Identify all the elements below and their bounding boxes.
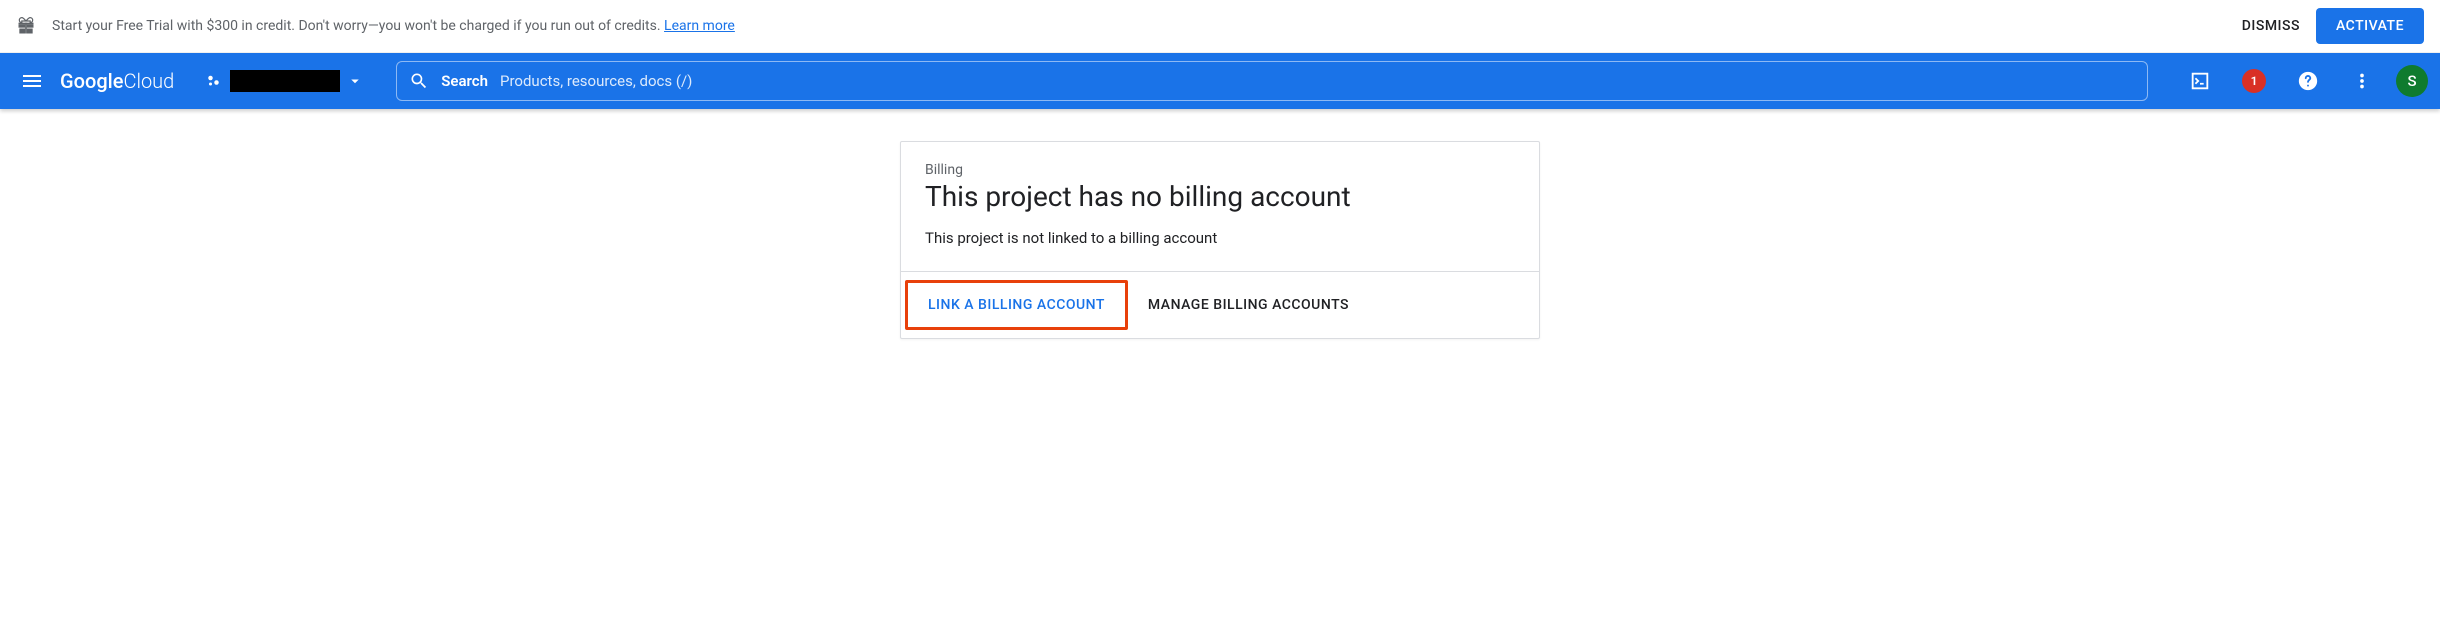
header-actions: 1 S: [2180, 61, 2428, 101]
google-cloud-logo[interactable]: Google Cloud: [60, 69, 174, 93]
search-label: Search: [441, 72, 488, 90]
highlight-annotation: LINK A BILLING ACCOUNT: [905, 280, 1128, 330]
cloud-shell-button[interactable]: [2180, 61, 2220, 101]
help-button[interactable]: [2288, 61, 2328, 101]
notification-badge: 1: [2242, 69, 2266, 93]
card-title: This project has no billing account: [925, 180, 1515, 213]
free-trial-banner: Start your Free Trial with $300 in credi…: [0, 0, 2440, 53]
account-avatar[interactable]: S: [2396, 65, 2428, 97]
learn-more-link[interactable]: Learn more: [664, 18, 735, 34]
manage-billing-button[interactable]: MANAGE BILLING ACCOUNTS: [1128, 280, 1369, 330]
chevron-down-icon: [346, 72, 364, 90]
card-eyebrow: Billing: [925, 162, 1515, 178]
notifications-button[interactable]: 1: [2234, 61, 2274, 101]
card-description: This project is not linked to a billing …: [925, 229, 1515, 247]
search-bar[interactable]: Search Products, resources, docs (/): [396, 61, 2148, 101]
more-button[interactable]: [2342, 61, 2382, 101]
dismiss-button[interactable]: DISMISS: [2242, 18, 2300, 34]
billing-card: Billing This project has no billing acco…: [900, 141, 1540, 339]
banner-text: Start your Free Trial with $300 in credi…: [52, 18, 2242, 34]
project-selector[interactable]: [198, 66, 372, 96]
project-name-redacted: [230, 70, 340, 92]
project-icon: [206, 72, 224, 90]
search-icon: [409, 71, 429, 91]
app-header: Google Cloud Search Products, resources,…: [0, 53, 2440, 109]
activate-button[interactable]: ACTIVATE: [2316, 8, 2424, 44]
gift-icon: [16, 16, 36, 36]
search-placeholder: Products, resources, docs (/): [500, 72, 692, 90]
main-content: Billing This project has no billing acco…: [0, 109, 2440, 371]
card-actions: LINK A BILLING ACCOUNT MANAGE BILLING AC…: [901, 271, 1539, 338]
menu-button[interactable]: [12, 61, 52, 101]
link-billing-button[interactable]: LINK A BILLING ACCOUNT: [908, 283, 1125, 327]
